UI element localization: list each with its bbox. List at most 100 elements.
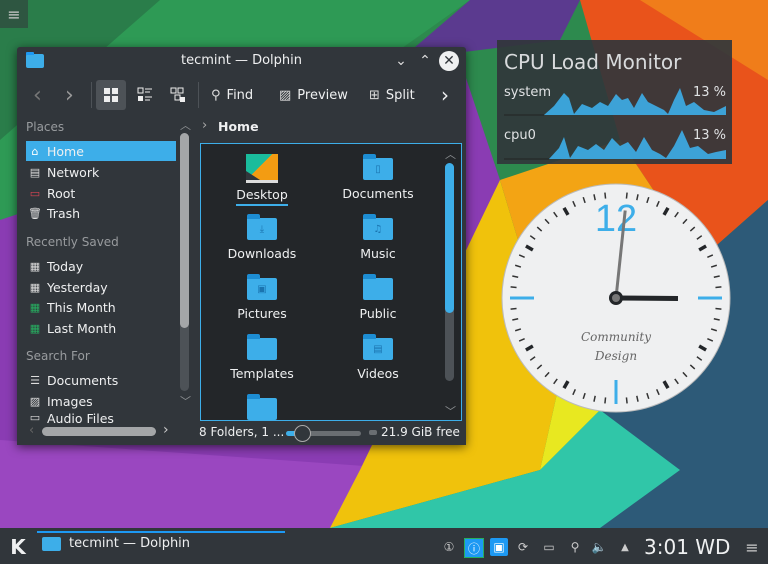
scroll-left-arrow[interactable]: ‹: [29, 423, 34, 438]
file-item[interactable]: Templates: [207, 334, 317, 381]
sidebar-horizontal-scrollbar[interactable]: [42, 427, 156, 436]
sidebar-item-last-month[interactable]: ▦ Last Month: [26, 318, 176, 338]
clock-numeral-12: 12: [595, 198, 637, 240]
main-scroll-down-arrow[interactable]: ﹀: [445, 403, 456, 419]
split-icon: ⊞: [369, 87, 380, 103]
clock-tick: [715, 307, 722, 310]
clock-tick: [625, 397, 628, 404]
toolbar: ‹ › ⚲ Find ▨ Preview ⊞ Split ›: [17, 75, 466, 115]
application-launcher-button[interactable]: K: [5, 534, 31, 560]
scroll-down-arrow[interactable]: ﹀: [180, 393, 191, 409]
image-icon: ▨: [29, 394, 41, 408]
back-button[interactable]: ‹: [33, 80, 42, 110]
kde-logo-icon: K: [10, 535, 26, 559]
disk-usage-bar: [369, 430, 377, 435]
vault-icon[interactable]: ▣: [490, 538, 508, 556]
sidebar-item-label: Images: [47, 393, 93, 409]
sidebar-item-home[interactable]: ⌂ Home: [26, 141, 176, 161]
documents-folder-icon: ▯: [363, 154, 393, 180]
scroll-right-arrow[interactable]: ›: [163, 422, 169, 438]
show-hidden-icons-arrow[interactable]: ▲: [616, 538, 634, 556]
volume-icon[interactable]: 🔈: [590, 538, 608, 556]
details-view-button[interactable]: [167, 80, 189, 110]
scroll-up-arrow[interactable]: ︿: [180, 117, 191, 133]
clock-brand-line2: Design: [594, 349, 637, 363]
preview-button[interactable]: ▨ Preview: [279, 80, 348, 110]
split-button[interactable]: ⊞ Split: [369, 80, 415, 110]
network-icon[interactable]: ▭: [540, 538, 558, 556]
breadcrumb-chevron-icon[interactable]: ›: [202, 118, 207, 133]
notifications-icon[interactable]: ①: [440, 538, 458, 556]
task-dolphin[interactable]: tecmint — Dolphin: [42, 536, 190, 551]
section-header-search-for: Search For: [26, 349, 90, 363]
dolphin-window: tecmint — Dolphin ⌄ ⌃ ✕ ‹ › ⚲ Find ▨ Previ…: [17, 47, 466, 445]
file-item[interactable]: Desktop: [207, 154, 317, 206]
sidebar-item-network[interactable]: ▤ Network: [26, 162, 176, 182]
home-icon: ⌂: [31, 144, 39, 158]
file-item[interactable]: ♫ Music: [323, 214, 433, 261]
clock-center-cap: [612, 294, 620, 302]
file-name: Templates: [230, 366, 294, 381]
scrollbar-thumb[interactable]: [180, 133, 189, 328]
file-view[interactable]: Desktop ▯ Documents ⤓ Downloads ♫ Music …: [200, 143, 462, 421]
clock-tick: [510, 307, 517, 310]
user-switcher-icon[interactable]: ⚲: [566, 538, 584, 556]
main-vertical-scrollbar[interactable]: [445, 163, 454, 381]
file-item[interactable]: ▣ Pictures: [207, 274, 317, 321]
scrollbar-thumb[interactable]: [445, 163, 454, 313]
sidebar-item-root[interactable]: ▭ Root: [26, 183, 176, 203]
maximize-button[interactable]: ⌃: [415, 51, 435, 71]
cpu-load-monitor-widget[interactable]: CPU Load Monitor system 13 % cpu0 13 %: [497, 40, 732, 164]
find-button[interactable]: ⚲ Find: [211, 80, 253, 110]
file-item[interactable]: ⤓ Downloads: [207, 214, 317, 261]
zoom-slider[interactable]: [286, 425, 361, 442]
music-folder-icon: ♫: [363, 214, 393, 240]
sidebar-item-label: Root: [47, 185, 76, 201]
calendar-icon: ▦: [29, 280, 41, 294]
breadcrumb-home[interactable]: Home: [218, 119, 259, 134]
sidebar-item-label: Last Month: [47, 320, 117, 336]
folder-icon: [247, 394, 277, 420]
file-item[interactable]: ▤ Videos: [323, 334, 433, 381]
pictures-folder-icon: ▣: [247, 274, 277, 300]
title-bar[interactable]: tecmint — Dolphin ⌄ ⌃ ✕: [17, 47, 466, 75]
main-scroll-up-arrow[interactable]: ︿: [445, 146, 456, 162]
sidebar-item-yesterday[interactable]: ▦ Yesterday: [26, 277, 176, 297]
sidebar-item-label: This Month: [47, 299, 116, 315]
sidebar-vertical-scrollbar[interactable]: [180, 133, 189, 391]
folder-glyph: ▣: [257, 283, 267, 295]
public-folder-icon: [363, 274, 393, 300]
forward-button[interactable]: ›: [65, 80, 74, 110]
templates-folder-icon: [247, 334, 277, 360]
status-summary: 8 Folders, 1 ...: [199, 425, 285, 439]
sidebar-item-trash[interactable]: 🗑 Trash: [26, 203, 176, 223]
panel-clock[interactable]: 3:01 WD: [644, 535, 730, 559]
file-item[interactable]: ▯ Documents: [323, 154, 433, 201]
zoom-slider-handle[interactable]: [294, 425, 312, 442]
close-button[interactable]: ✕: [439, 51, 459, 71]
updates-icon[interactable]: ⓘ: [464, 538, 484, 558]
toolbar-overflow-button[interactable]: ›: [441, 80, 449, 110]
analog-clock-widget[interactable]: 12 Community Design: [498, 183, 734, 413]
sidebar-item-label: Trash: [47, 205, 81, 221]
file-item[interactable]: [207, 394, 317, 420]
discover-icon[interactable]: ⟳: [514, 538, 532, 556]
icons-view-icon: [104, 88, 118, 102]
network-icon: ▤: [29, 165, 41, 179]
file-item[interactable]: Public: [323, 274, 433, 321]
calendar-icon: ▦: [29, 259, 41, 273]
minimize-button[interactable]: ⌄: [391, 51, 411, 71]
desktop-toolbox-button[interactable]: ≡: [0, 0, 28, 28]
widget-title: CPU Load Monitor: [504, 50, 682, 74]
panel-menu-icon[interactable]: ≡: [743, 538, 761, 557]
sidebar-item-today[interactable]: ▦ Today: [26, 256, 176, 276]
icons-view-button[interactable]: [96, 80, 126, 110]
sidebar-item-images[interactable]: ▨ Images: [26, 391, 176, 411]
folder-glyph: ▯: [375, 163, 381, 175]
sidebar-item-this-month[interactable]: ▦ This Month: [26, 297, 176, 317]
file-name: Pictures: [237, 306, 287, 321]
free-space-label: 21.9 GiB free: [381, 425, 460, 439]
sidebar-item-documents[interactable]: ☰ Documents: [26, 370, 176, 390]
compact-view-button[interactable]: [134, 80, 156, 110]
sidebar-item-audio-files[interactable]: ▭ Audio Files: [26, 411, 176, 423]
